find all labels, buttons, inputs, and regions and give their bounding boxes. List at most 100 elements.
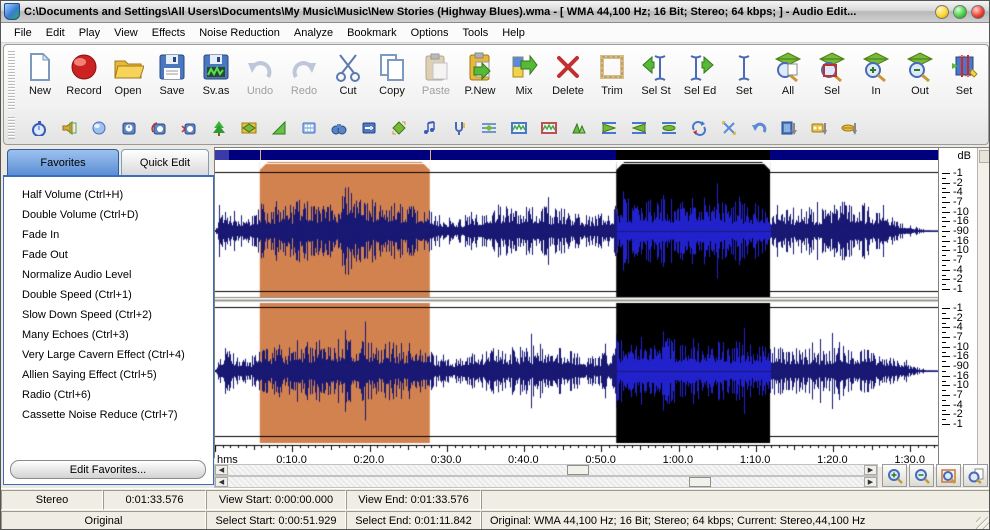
toolbar-button-trim[interactable]: Trim: [590, 47, 634, 111]
toolbar-button-record[interactable]: Record: [62, 47, 106, 111]
tree-icon[interactable]: [210, 120, 227, 137]
favorites-item[interactable]: Allien Saying Effect (Ctrl+5): [4, 365, 213, 385]
menu-edit[interactable]: Edit: [39, 25, 72, 41]
favorites-item[interactable]: Many Echoes (Ctrl+3): [4, 325, 213, 345]
group-icon[interactable]: [300, 120, 317, 137]
minimize-button-icon[interactable]: [935, 5, 949, 19]
scrollbar-thumb[interactable]: [567, 465, 589, 475]
tuning-fork-icon[interactable]: [450, 120, 467, 137]
wave-box-icon[interactable]: [510, 120, 527, 137]
favorites-item[interactable]: Normalize Audio Level: [4, 265, 213, 285]
waveform-canvas[interactable]: [215, 160, 938, 454]
toolbar-button-label: Trim: [601, 85, 623, 97]
panel-slider-icon[interactable]: [360, 120, 377, 137]
cross-arrows-icon[interactable]: [720, 120, 737, 137]
toolbar-button-new[interactable]: New: [18, 47, 62, 111]
orb-icon[interactable]: [90, 120, 107, 137]
diamond-arrows-icon[interactable]: [390, 120, 407, 137]
cassette-download-icon[interactable]: [810, 120, 827, 137]
stopwatch-icon[interactable]: [30, 120, 47, 137]
overview-bar[interactable]: [215, 150, 938, 160]
menu-help[interactable]: Help: [495, 25, 532, 41]
favorites-item[interactable]: Double Speed (Ctrl+1): [4, 285, 213, 305]
maximize-button-icon[interactable]: [953, 5, 967, 19]
menu-noise-reduction[interactable]: Noise Reduction: [192, 25, 287, 41]
tab-quick-edit[interactable]: Quick Edit: [121, 149, 209, 175]
fade-in-icon[interactable]: [600, 120, 617, 137]
toolbar-button-set[interactable]: Set: [722, 47, 766, 111]
toolbar-button-sel-st[interactable]: Sel St: [634, 47, 678, 111]
close-button-icon[interactable]: [971, 5, 985, 19]
zoom-in-icon[interactable]: [882, 464, 907, 487]
favorites-item[interactable]: Fade Out: [4, 245, 213, 265]
zoom-all-icon[interactable]: [963, 464, 988, 487]
zoom-selection-icon[interactable]: [936, 464, 961, 487]
toolbar-button-p-new[interactable]: P.New: [458, 47, 502, 111]
binoculars-icon[interactable]: [330, 120, 347, 137]
toolbar-button-all[interactable]: All: [766, 47, 810, 111]
db-tick-minor: [942, 342, 946, 343]
toolbar-button-sv-as[interactable]: Sv.as: [194, 47, 238, 111]
favorites-item[interactable]: Cassette Noise Reduce (Ctrl+7): [4, 405, 213, 425]
menu-analyze[interactable]: Analyze: [287, 25, 340, 41]
favorites-item[interactable]: Slow Down Speed (Ctrl+2): [4, 305, 213, 325]
toolbar-button-sel-ed[interactable]: Sel Ed: [678, 47, 722, 111]
vertical-scrollbar-thumb[interactable]: [979, 150, 990, 163]
favorites-item[interactable]: Fade In: [4, 225, 213, 245]
scroll-left-icon[interactable]: ◀: [215, 477, 228, 487]
toolbar-button-sel[interactable]: Sel: [810, 47, 854, 111]
wave-box-red-icon[interactable]: [540, 120, 557, 137]
scroll-right-icon[interactable]: ▶: [864, 477, 877, 487]
menu-view[interactable]: View: [107, 25, 145, 41]
lips-download-icon[interactable]: [840, 120, 857, 137]
music-notes-icon[interactable]: [420, 120, 437, 137]
toolbar-button-mix[interactable]: Mix: [502, 47, 546, 111]
menu-tools[interactable]: Tools: [456, 25, 496, 41]
menu-file[interactable]: File: [7, 25, 39, 41]
edit-favorites-button[interactable]: Edit Favorites...: [10, 460, 206, 479]
ramp-icon[interactable]: [270, 120, 287, 137]
toolbar-button-delete[interactable]: Delete: [546, 47, 590, 111]
horizontal-scrollbar-1[interactable]: ◀ ▶: [214, 464, 878, 476]
scrollbar-thumb[interactable]: [689, 477, 711, 487]
rotate-arrows-icon[interactable]: [690, 120, 707, 137]
scroll-right-icon[interactable]: ▶: [864, 465, 877, 475]
favorites-item[interactable]: Double Volume (Ctrl+D): [4, 205, 213, 225]
db-tick-minor: [942, 217, 946, 218]
clock-loop-icon[interactable]: [150, 120, 167, 137]
panel-download-icon[interactable]: [780, 120, 797, 137]
toolbar-button-out[interactable]: Out: [898, 47, 942, 111]
speaker-icon[interactable]: [60, 120, 77, 137]
toolbar-grip[interactable]: [8, 51, 15, 111]
toolbar-button-cut[interactable]: Cut: [326, 47, 370, 111]
selection-start-icon: [640, 50, 672, 84]
menu-options[interactable]: Options: [404, 25, 456, 41]
menu-play[interactable]: Play: [72, 25, 107, 41]
resize-grip[interactable]: [976, 517, 989, 530]
toolbar-button-open[interactable]: Open: [106, 47, 150, 111]
menu-bookmark[interactable]: Bookmark: [340, 25, 404, 41]
toolbar-grip[interactable]: [8, 117, 15, 139]
wave-lines-icon[interactable]: [480, 120, 497, 137]
toolbar-button-save[interactable]: Save: [150, 47, 194, 111]
scroll-left-icon[interactable]: ◀: [215, 465, 228, 475]
vertical-scrollbar[interactable]: [977, 148, 990, 467]
clock-button-icon[interactable]: [120, 120, 137, 137]
zoom-out-icon[interactable]: [909, 464, 934, 487]
favorites-item[interactable]: Half Volume (Ctrl+H): [4, 185, 213, 205]
undo-curl-icon[interactable]: [750, 120, 767, 137]
clock-shift-icon[interactable]: [180, 120, 197, 137]
fade-out-icon[interactable]: [630, 120, 647, 137]
fade-lens-icon[interactable]: [660, 120, 677, 137]
menu-effects[interactable]: Effects: [145, 25, 192, 41]
horizontal-scrollbar-2[interactable]: ◀ ▶: [214, 476, 878, 488]
toolbar-button-set[interactable]: Set: [942, 47, 986, 111]
peaks-icon[interactable]: [570, 120, 587, 137]
wave-panel-gold-icon[interactable]: [240, 120, 257, 137]
toolbar-button-in[interactable]: In: [854, 47, 898, 111]
title-bar[interactable]: C:\Documents and Settings\All Users\Docu…: [1, 1, 990, 23]
tab-favorites[interactable]: Favorites: [7, 149, 119, 175]
toolbar-button-copy[interactable]: Copy: [370, 47, 414, 111]
favorites-item[interactable]: Very Large Cavern Effect (Ctrl+4): [4, 345, 213, 365]
favorites-item[interactable]: Radio (Ctrl+6): [4, 385, 213, 405]
